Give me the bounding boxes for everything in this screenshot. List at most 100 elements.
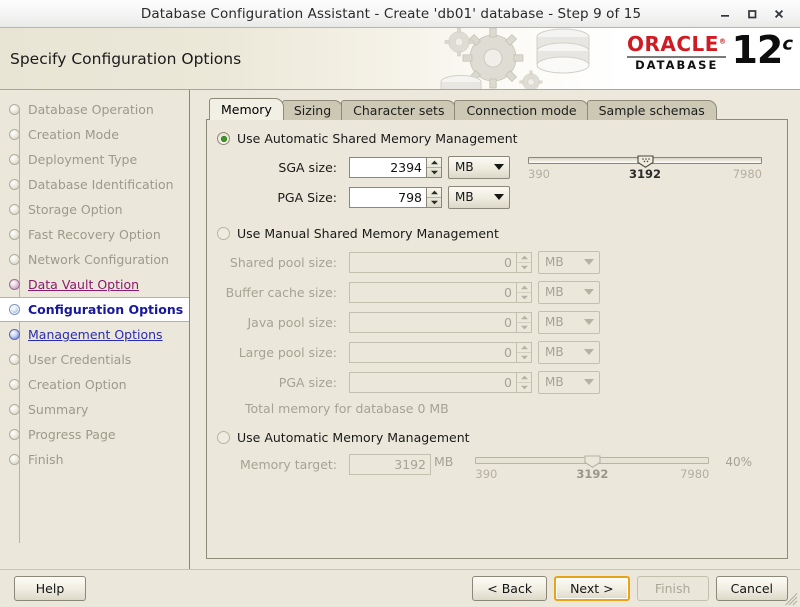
sidebar-item-database-operation[interactable]: Database Operation	[0, 97, 189, 122]
spin-up-icon	[517, 313, 531, 322]
sga-size-spin-buttons[interactable]	[427, 156, 442, 178]
spin-down-icon	[517, 381, 531, 392]
step-bullet-icon	[9, 279, 20, 290]
step-bullet-icon	[9, 404, 20, 415]
pga-size-unit-select[interactable]: MB	[448, 185, 510, 209]
java-pool-size-row: Java pool size: 0 MB	[217, 309, 773, 335]
step-bullet-icon	[9, 379, 20, 390]
shared-pool-size-row: Shared pool size: 0 MB	[217, 249, 773, 275]
step-bullet-icon	[9, 204, 20, 215]
automatic-memory-label: Use Automatic Memory Management	[237, 430, 470, 445]
minimize-icon[interactable]	[712, 3, 738, 25]
step-bullet-icon	[9, 429, 20, 440]
buffer-cache-size-row: Buffer cache size: 0 MB	[217, 279, 773, 305]
memory-target-input: 3192	[349, 454, 431, 475]
spin-down-icon[interactable]	[427, 166, 441, 177]
finish-button: Finish	[636, 576, 709, 601]
tab-memory[interactable]: Memory	[209, 98, 284, 120]
tab-character-sets[interactable]: Character sets	[341, 100, 457, 120]
pga-size-input[interactable]: 798	[349, 186, 427, 208]
maximize-icon[interactable]	[739, 3, 765, 25]
step-bullet-icon	[9, 229, 20, 240]
memory-target-slider-track	[475, 455, 710, 468]
sidebar-item-management-options[interactable]: Management Options	[0, 322, 189, 347]
sga-size-unit-select[interactable]: MB	[448, 155, 510, 179]
step-bullet-icon	[9, 354, 20, 365]
step-bullet-icon	[9, 454, 20, 465]
pga-size-label: PGA Size:	[277, 189, 337, 205]
spin-down-icon	[517, 261, 531, 272]
automatic-shared-memory-radio-row[interactable]: Use Automatic Shared Memory Management	[217, 131, 773, 146]
spin-up-icon	[517, 283, 531, 292]
window-controls	[712, 3, 800, 25]
manual-shared-memory-radio[interactable]	[217, 227, 230, 240]
content-pane: Memory Sizing Character sets Connection …	[190, 90, 800, 569]
next-button[interactable]: Next >	[554, 576, 630, 601]
window-body: Database Operation Creation Mode Deploym…	[0, 90, 800, 569]
shared-memory-slider-track[interactable]	[528, 155, 762, 168]
tab-sample-schemas[interactable]: Sample schemas	[586, 100, 717, 120]
chevron-down-icon	[584, 259, 594, 265]
spin-up-icon[interactable]	[427, 188, 441, 197]
page-title: Specify Configuration Options	[10, 49, 242, 68]
shared-memory-fields: SGA size: 2394 MB PGA Size: 798 MB	[217, 154, 510, 214]
automatic-memory-radio[interactable]	[217, 431, 230, 444]
sidebar-item-fast-recovery-option[interactable]: Fast Recovery Option	[0, 222, 189, 247]
sidebar-item-creation-mode[interactable]: Creation Mode	[0, 122, 189, 147]
buffer-cache-size-label: Buffer cache size:	[225, 284, 337, 300]
total-memory-text: Total memory for database 0 MB	[245, 401, 449, 416]
oracle-version: 12c	[731, 28, 793, 72]
java-pool-size-unit-select: MB	[538, 310, 600, 334]
cancel-button[interactable]: Cancel	[715, 576, 788, 601]
chevron-down-icon	[584, 319, 594, 325]
pga-size-spin-buttons[interactable]	[427, 186, 442, 208]
pga-manual-size-spin-buttons	[517, 371, 532, 393]
tab-connection-mode[interactable]: Connection mode	[454, 100, 589, 120]
shared-memory-slider[interactable]: 390 3192 7980	[528, 155, 762, 181]
sidebar-item-summary[interactable]: Summary	[0, 397, 189, 422]
resize-grip-icon[interactable]	[785, 593, 798, 606]
sidebar-item-data-vault-option[interactable]: Data Vault Option	[0, 272, 189, 297]
large-pool-size-unit-value: MB	[545, 345, 564, 359]
sga-size-spinner[interactable]: 2394	[349, 156, 442, 178]
buffer-cache-size-unit-value: MB	[545, 285, 564, 299]
pga-size-spinner[interactable]: 798	[349, 186, 442, 208]
large-pool-size-unit-select: MB	[538, 340, 600, 364]
shared-pool-size-input: 0	[349, 251, 517, 273]
sga-size-input[interactable]: 2394	[349, 156, 427, 178]
window-title: Database Configuration Assistant - Creat…	[140, 5, 642, 22]
large-pool-size-spin-buttons	[517, 341, 532, 363]
help-button[interactable]: Help	[14, 576, 86, 601]
pga-size-row: PGA Size: 798 MB	[217, 184, 510, 210]
spin-up-icon	[517, 253, 531, 262]
tab-sizing[interactable]: Sizing	[281, 100, 344, 120]
spin-down-icon	[517, 321, 531, 332]
sidebar-item-progress-page[interactable]: Progress Page	[0, 422, 189, 447]
back-button[interactable]: < Back	[472, 576, 548, 601]
spin-down-icon	[517, 351, 531, 362]
sidebar-item-user-credentials[interactable]: User Credentials	[0, 347, 189, 372]
manual-shared-memory-radio-row[interactable]: Use Manual Shared Memory Management	[217, 226, 773, 241]
sidebar-item-deployment-type[interactable]: Deployment Type	[0, 147, 189, 172]
sidebar-item-database-identification[interactable]: Database Identification	[0, 172, 189, 197]
sidebar-item-finish[interactable]: Finish	[0, 447, 189, 472]
java-pool-size-spin-buttons	[517, 311, 532, 333]
sidebar-item-network-configuration[interactable]: Network Configuration	[0, 247, 189, 272]
dbca-window: Database Configuration Assistant - Creat…	[0, 0, 800, 607]
dialog-footer: Help < Back Next > Finish Cancel	[0, 569, 800, 607]
sidebar-item-configuration-options[interactable]: Configuration Options	[0, 297, 189, 322]
shared-memory-slider-thumb[interactable]	[637, 153, 654, 168]
automatic-shared-memory-radio[interactable]	[217, 132, 230, 145]
buffer-cache-size-spinner: 0	[349, 281, 532, 303]
slider-max-label: 7980	[732, 167, 762, 181]
pga-manual-size-label: PGA size:	[278, 374, 337, 390]
memory-percent-label: 40%	[725, 455, 753, 469]
spin-down-icon[interactable]	[427, 196, 441, 207]
spin-up-icon[interactable]	[427, 158, 441, 167]
shared-pool-size-spinner: 0	[349, 251, 532, 273]
sidebar-item-creation-option[interactable]: Creation Option	[0, 372, 189, 397]
automatic-memory-radio-row[interactable]: Use Automatic Memory Management	[217, 430, 773, 445]
chevron-down-icon	[584, 289, 594, 295]
sidebar-item-storage-option[interactable]: Storage Option	[0, 197, 189, 222]
close-icon[interactable]	[766, 3, 792, 25]
